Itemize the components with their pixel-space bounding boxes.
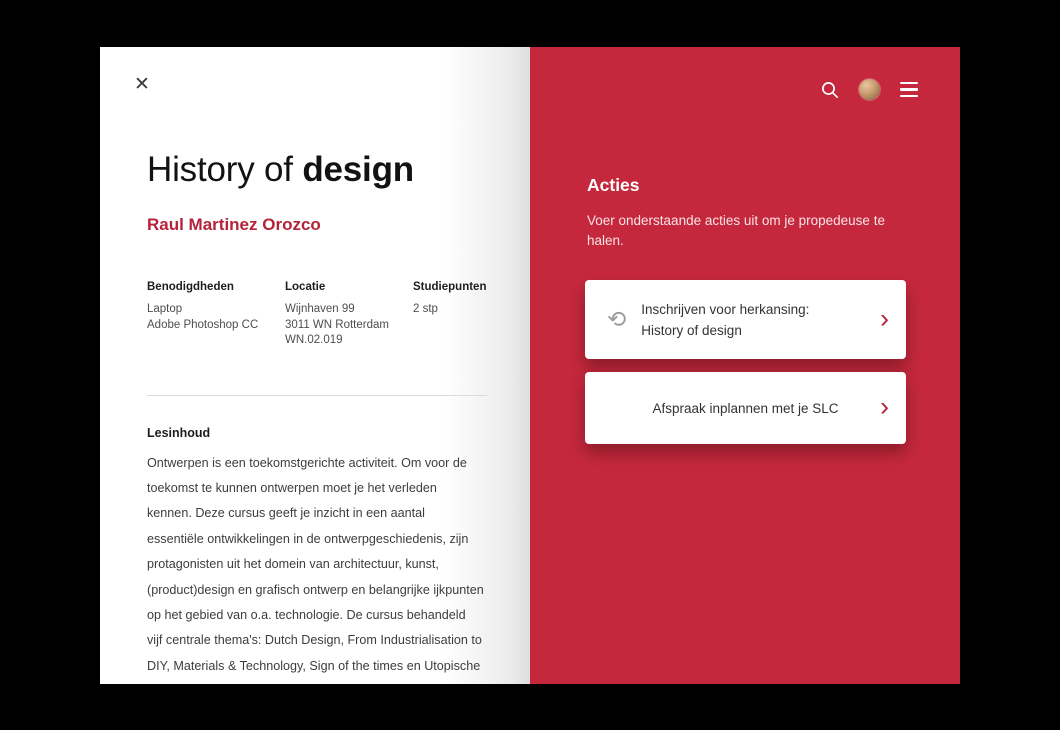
info-value: Adobe Photoshop CC (147, 318, 285, 334)
info-header: Benodigdheden (147, 281, 285, 293)
info-column-studiepunten: Studiepunten 2 stp (413, 281, 487, 349)
info-value: Laptop (147, 302, 285, 318)
avatar[interactable] (859, 79, 880, 100)
info-column-benodigdheden: Benodigdheden Laptop Adobe Photoshop CC (147, 281, 285, 349)
topbar (821, 79, 918, 100)
retry-icon: ⟲ (607, 308, 626, 331)
actions-panel: Acties Voer onderstaande acties uit om j… (530, 47, 960, 684)
action-card-label-line1: Inschrijven voor herkansing: (641, 299, 809, 320)
hamburger-menu-icon[interactable] (900, 82, 918, 97)
teacher-name: Raul Martinez Orozco (147, 215, 487, 235)
page-title-light: History of (147, 150, 302, 189)
chevron-right-icon: › (880, 393, 889, 420)
info-value: WN.02.019 (285, 333, 413, 349)
course-detail-panel: ✕ History of design Raul Martinez Orozco… (100, 47, 530, 684)
info-header: Studiepunten (413, 281, 487, 293)
chevron-right-icon: › (880, 305, 889, 332)
page-title: History of design (147, 149, 487, 191)
action-card-slc[interactable]: Afspraak inplannen met je SLC › (585, 372, 906, 444)
info-value: Wijnhaven 99 (285, 302, 413, 318)
close-icon[interactable]: ✕ (134, 75, 150, 94)
course-info: Benodigdheden Laptop Adobe Photoshop CC … (147, 281, 487, 349)
course-detail-window: ✕ History of design Raul Martinez Orozco… (100, 47, 960, 684)
action-card-label-line2: History of design (641, 320, 809, 341)
divider (147, 395, 487, 396)
search-icon[interactable] (821, 81, 839, 99)
actions-heading: Acties (587, 175, 906, 196)
action-card-label: Afspraak inplannen met je SLC (609, 398, 882, 419)
info-value: 2 stp (413, 302, 487, 318)
page-title-bold: design (302, 150, 414, 189)
screen: { "icons": { "close_glyph": "✕", "retry_… (0, 0, 1060, 730)
course-description: Ontwerpen is een toekomstgerichte activi… (147, 451, 484, 685)
action-card-label: Inschrijven voor herkansing: History of … (641, 299, 809, 341)
info-value: 3011 WN Rotterdam (285, 318, 413, 334)
actions-description: Voer onderstaande acties uit om je prope… (587, 211, 895, 250)
action-card-herkansing[interactable]: ⟲ Inschrijven voor herkansing: History o… (585, 280, 906, 359)
avatar-photo (859, 79, 880, 100)
info-column-locatie: Locatie Wijnhaven 99 3011 WN Rotterdam W… (285, 281, 413, 349)
info-header: Locatie (285, 281, 413, 293)
section-heading: Lesinhoud (147, 426, 487, 440)
